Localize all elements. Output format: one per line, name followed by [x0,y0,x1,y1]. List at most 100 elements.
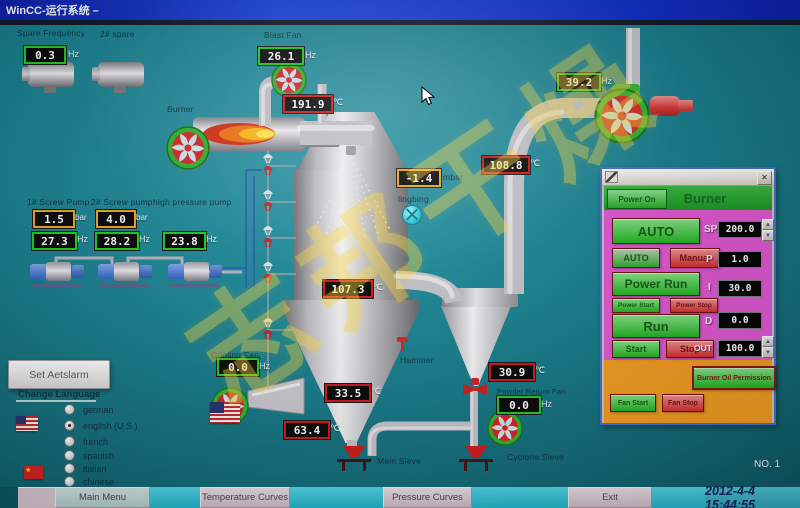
d-value-field[interactable]: 0.0 [718,312,762,329]
hz-unit: Hz [601,76,612,86]
pump1-label: 1# Screw Pump [27,197,90,207]
hz-unit: Hz [206,234,217,244]
auto-button[interactable]: AUTO [612,248,660,268]
language-option-english[interactable]: english (U.S.) [64,420,138,431]
powder-fan-hz-display: 0.0 [497,396,541,414]
panel-titlebar[interactable]: ✕ [602,169,774,186]
spinner-up-icon[interactable]: ▲ [762,219,774,230]
i-value-field[interactable]: 30.0 [718,280,762,297]
auto-mode-button[interactable]: AUTO [612,218,700,244]
start-button[interactable]: Start [612,340,660,358]
power-on-button[interactable]: Power On [607,189,667,209]
cone-temp-display: 33.5 [325,384,371,402]
celsius-unit: ℃ [535,365,545,376]
power-start-button[interactable]: Power Start [612,298,660,313]
burner-oil-permission-button[interactable]: Burner Oil Permission [692,366,776,390]
i-label: I [708,282,711,293]
sp-label: SP [704,224,717,235]
language-option-german[interactable]: german [64,404,114,415]
power-run-button[interactable]: Power Run [612,272,700,296]
window-titlebar: WinCC-运行系统 – [0,0,800,20]
pressure-curves-button[interactable]: Pressure Curves [383,487,472,508]
hz-unit: Hz [68,49,79,59]
sp-value-field[interactable]: 200.0 [718,221,762,238]
exhaust-fan-icon [594,88,650,144]
power-stop-button[interactable]: Power Stop [670,298,718,313]
language-option-spanish[interactable]: spanish [64,450,114,461]
p-value-field[interactable]: 1.0 [718,251,762,268]
tower-outlet-temp-display: 107.3 [323,280,373,298]
cyclone-sieve-label: Cyclone Sieve [507,452,564,462]
bottom-bar-segment [150,487,200,508]
language-label: spanish [83,451,114,461]
spinner-down-icon[interactable]: ▼ [762,347,774,358]
window-title: WinCC-运行系统 – [6,2,99,18]
butterfly-valve-icon[interactable] [402,205,422,225]
radio-icon[interactable] [64,476,75,487]
china-flag-icon: ★ [24,466,43,479]
divider [16,400,96,402]
spinner-up-icon[interactable]: ▲ [762,336,774,347]
discharge-valve-stem [471,378,479,385]
screw-pump-2-icon [98,260,152,284]
out-spinner[interactable]: ▲ ▼ [762,336,774,358]
close-icon[interactable]: ✕ [757,171,772,185]
hz-unit: Hz [541,399,552,409]
language-option-french[interactable]: french [64,436,108,447]
burner-label: Burner [167,104,194,114]
hz-unit: Hz [259,361,270,371]
hammer-label: Hammer [400,355,434,365]
bottom-temp-display: 63.4 [284,421,330,439]
celsius-unit: ℃ [330,423,340,434]
run-button[interactable]: Run [612,314,700,338]
exhaust-temp-display: 108.8 [482,156,530,174]
panel-icon [605,171,618,183]
celsius-unit: ℃ [373,282,383,293]
bar-unit: bar [136,213,148,222]
powder-return-fan-icon [487,410,523,446]
language-label: italian [83,464,107,474]
bottom-bar-segment [290,487,383,508]
spray-icon [314,158,390,239]
language-label: german [83,405,114,415]
temperature-curves-button[interactable]: Temperature Curves [200,487,290,508]
pump1-bar-display: 1.5 [33,210,75,228]
sp-spinner[interactable]: ▲ ▼ [762,219,774,241]
blast-temp-display: 191.9 [283,95,333,113]
fan-stop-button[interactable]: Fan Stop [662,394,704,412]
high-pressure-pump-icon [168,260,222,284]
blast-fan-hz-display: 26.1 [258,47,304,65]
set-alarm-button[interactable]: Set Aetslarm [8,360,110,389]
radio-icon[interactable] [64,436,75,447]
celsius-unit: ℃ [530,158,540,169]
language-option-chinese[interactable]: chinese [64,476,114,487]
blast-fan-icon [271,62,307,98]
titlebar-shadow [0,20,800,25]
language-label: chinese [83,477,114,487]
bottom-bar-segment [652,487,705,508]
us-flag-icon [16,416,38,431]
radio-icon[interactable] [64,404,75,415]
blower-nozzle-icon [678,100,693,111]
radio-icon[interactable] [64,450,75,461]
language-label: french [83,437,108,447]
radio-icon[interactable] [64,463,75,474]
hammer-handle [401,341,404,351]
datetime-display: 2012-4-4 15:44:55 [705,487,800,508]
language-option-italian[interactable]: italian [64,463,107,474]
us-flag-icon [210,402,240,423]
spinner-down-icon[interactable]: ▼ [762,230,774,241]
exit-button[interactable]: Exit [568,487,652,508]
out-value-field[interactable]: 100.0 [718,340,762,357]
cyclone-sieve-icon [458,446,494,473]
hz-unit: Hz [139,234,150,244]
hz-unit: Hz [305,50,316,60]
spare-motor-2-icon [98,62,144,87]
blower-icon [650,96,680,116]
star-icon: ★ [25,467,31,474]
fan-start-button[interactable]: Fan Start [610,394,656,412]
spare-motor-1-icon [28,62,74,87]
spare2-label: 2# spare [100,29,135,39]
main-menu-button[interactable]: Main Menu [55,487,150,508]
radio-icon[interactable] [64,420,75,431]
